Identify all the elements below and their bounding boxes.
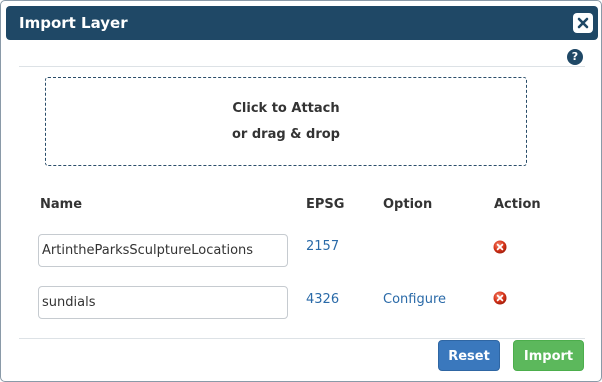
epsg-link[interactable]: 4326 xyxy=(306,292,339,308)
file-dropzone[interactable]: Click to Attach or drag & drop xyxy=(45,77,527,166)
help-button[interactable]: ? xyxy=(567,49,583,65)
epsg-link[interactable]: 2157 xyxy=(306,239,339,255)
dialog-title: Import Layer xyxy=(19,14,128,32)
top-divider xyxy=(19,66,585,67)
import-button[interactable]: Import xyxy=(513,340,584,371)
import-layer-dialog: Import Layer ? Click to Attach or drag &… xyxy=(0,0,602,382)
layer-name-input[interactable] xyxy=(38,286,288,319)
bottom-divider xyxy=(19,338,585,339)
configure-link[interactable]: Configure xyxy=(383,292,446,308)
question-circle-icon: ? xyxy=(571,50,579,63)
column-header-name: Name xyxy=(40,197,83,212)
delete-red-x-icon[interactable] xyxy=(493,240,507,254)
close-button[interactable] xyxy=(573,13,593,33)
column-header-option: Option xyxy=(383,197,433,212)
reset-button[interactable]: Reset xyxy=(438,340,500,371)
column-header-action: Action xyxy=(494,197,541,212)
dialog-titlebar: Import Layer xyxy=(6,6,598,40)
column-header-epsg: EPSG xyxy=(306,197,345,212)
dropzone-drag-text: or drag & drop xyxy=(231,127,340,142)
delete-red-x-icon[interactable] xyxy=(493,291,507,305)
close-x-icon xyxy=(577,17,589,29)
layer-name-input[interactable] xyxy=(38,234,288,267)
dropzone-attach-text: Click to Attach xyxy=(232,101,340,116)
